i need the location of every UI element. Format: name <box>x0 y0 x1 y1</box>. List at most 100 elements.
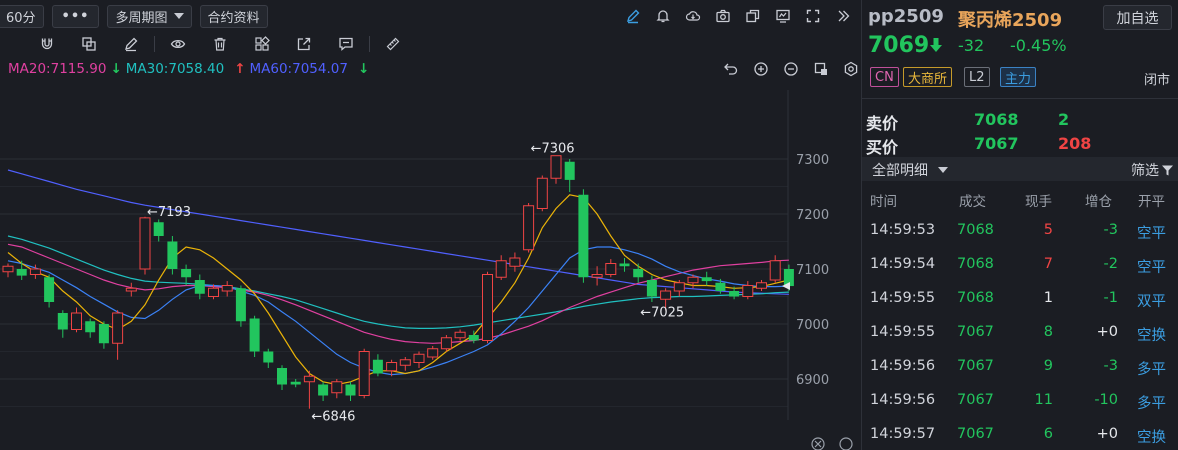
more-button[interactable]: ••• <box>51 4 100 28</box>
table-row[interactable]: 14:59:56 7067 11 -10 多平 <box>862 392 1178 418</box>
candle-body <box>318 384 329 396</box>
arrow-down-icon: ↓ <box>110 61 122 77</box>
tick-price: 7067 <box>957 426 994 442</box>
add-watchlist-button[interactable]: 加自选 <box>1103 5 1172 30</box>
tick-type: 空换 <box>1137 430 1166 446</box>
ask-label: 卖价 <box>866 114 899 133</box>
divider <box>862 98 1178 99</box>
tick-volume: 8 <box>1043 324 1053 340</box>
contract-info-button[interactable]: 合约资料 <box>199 4 268 28</box>
price-change-percent: -0.45% <box>1010 36 1067 55</box>
candle-body <box>769 260 781 281</box>
tag-exchange: 大商所 <box>903 67 953 87</box>
ruler-icon[interactable] <box>372 32 414 56</box>
camera-icon[interactable] <box>708 1 738 31</box>
tick-volume: 7 <box>1043 256 1053 272</box>
close-icon-x <box>814 440 822 448</box>
quote-panel: pp2509 聚丙烯2509 加自选 7069 -32 -0.45% CN 大商… <box>862 0 1178 450</box>
undo-icon[interactable] <box>716 58 746 80</box>
candle-body <box>454 331 466 339</box>
detail-type-dropdown[interactable]: 全部明细 <box>872 160 948 180</box>
layers-icon[interactable] <box>68 32 110 56</box>
tick-type: 空换 <box>1137 328 1166 344</box>
table-row[interactable]: 14:59:55 7067 8 +0 空换 <box>862 324 1178 350</box>
candle-body <box>125 287 137 292</box>
candle-body <box>701 277 712 282</box>
tick-price: 7067 <box>957 358 994 374</box>
candle-body <box>413 353 425 363</box>
cloud-icon[interactable] <box>678 1 708 31</box>
candle-body <box>181 269 192 278</box>
table-row[interactable]: 14:59:54 7068 7 -2 空平 <box>862 256 1178 282</box>
candle-body <box>729 291 740 297</box>
candle-body <box>29 268 41 275</box>
grid-icon[interactable] <box>241 32 283 56</box>
table-row[interactable]: 14:59:55 7068 1 -1 双平 <box>862 290 1178 316</box>
table-row[interactable]: 14:59:53 7068 5 -3 空平 <box>862 222 1178 248</box>
tick-oi-change: -3 <box>1103 358 1118 374</box>
tick-time: 14:59:55 <box>870 290 936 306</box>
comment-icon[interactable] <box>325 32 367 56</box>
candle-body <box>673 282 685 292</box>
arrow-up-icon: ↑ <box>234 61 246 77</box>
trash-icon[interactable] <box>199 32 241 56</box>
export-icon[interactable] <box>283 32 325 56</box>
candle-body <box>742 285 754 297</box>
filter-button[interactable]: 筛选 <box>1131 160 1174 180</box>
market-status: 闭市 <box>1144 73 1171 88</box>
drawing-toolbar <box>0 32 862 56</box>
candlestick-chart[interactable]: 7300 7200 7100 7000 6900 ←7193 ←7306 ←6846 ←7025 <box>0 90 860 450</box>
candle-body <box>687 276 699 284</box>
tick-volume: 1 <box>1043 290 1053 306</box>
filter-label: 筛选 <box>1131 163 1159 179</box>
pen-icon[interactable] <box>618 1 648 31</box>
collapse-panel-icon[interactable] <box>828 1 858 31</box>
table-row[interactable]: 14:59:57 7067 6 +0 空换 <box>862 426 1178 450</box>
table-row[interactable]: 14:59:56 7067 9 -3 多平 <box>862 358 1178 384</box>
settings-icon[interactable] <box>839 437 853 450</box>
candle-body <box>756 282 767 289</box>
candle-body <box>98 324 109 344</box>
price-annotation: ←6846 <box>311 410 355 425</box>
chart-type-icon[interactable] <box>806 58 836 80</box>
candle-body <box>303 375 315 383</box>
candle-body <box>468 335 479 341</box>
tag-main-contract: 主力 <box>1000 67 1037 87</box>
candle-body <box>331 381 343 394</box>
header-open-interest: 增仓 <box>1085 194 1112 210</box>
period-label: 60分 <box>6 10 36 26</box>
tick-volume: 6 <box>1043 426 1053 442</box>
zoom-in-icon[interactable] <box>746 58 776 80</box>
candle-body <box>221 285 233 292</box>
candle-body <box>495 260 507 278</box>
multi-period-dropdown[interactable]: 多周期图 <box>107 4 192 28</box>
eraser-icon[interactable] <box>110 32 152 56</box>
tick-oi-change: -2 <box>1103 256 1118 272</box>
tick-time: 14:59:55 <box>870 324 936 340</box>
monitor-icon[interactable] <box>768 1 798 31</box>
main-toolbar: 60分 ••• 多周期图 合约资料 <box>0 0 862 32</box>
ma20-value: MA20:7115.90 <box>8 61 107 77</box>
candle-body <box>523 205 535 251</box>
chart-controls <box>716 58 866 80</box>
candle-body <box>564 161 575 180</box>
bell-icon[interactable] <box>648 1 678 31</box>
last-price: 7069 <box>868 33 930 58</box>
chevron-down-icon <box>173 13 184 19</box>
period-button[interactable]: 60分 <box>0 4 44 28</box>
header-price: 成交 <box>959 194 986 210</box>
magnet-icon[interactable] <box>26 32 68 56</box>
tick-filter-bar: 全部明细 筛选 <box>862 157 1178 181</box>
fullscreen-icon[interactable] <box>798 1 828 31</box>
candle-body <box>44 277 55 302</box>
candle-body <box>71 312 82 330</box>
eye-icon[interactable] <box>157 32 199 56</box>
copy-window-icon[interactable] <box>738 1 768 31</box>
multi-period-label: 多周期图 <box>115 10 168 26</box>
chevron-down-icon <box>938 167 948 173</box>
zoom-out-icon[interactable] <box>776 58 806 80</box>
tag-country: CN <box>870 67 899 87</box>
candle-body <box>208 287 219 297</box>
candle-body <box>482 274 493 341</box>
bid-label: 买价 <box>866 138 899 157</box>
